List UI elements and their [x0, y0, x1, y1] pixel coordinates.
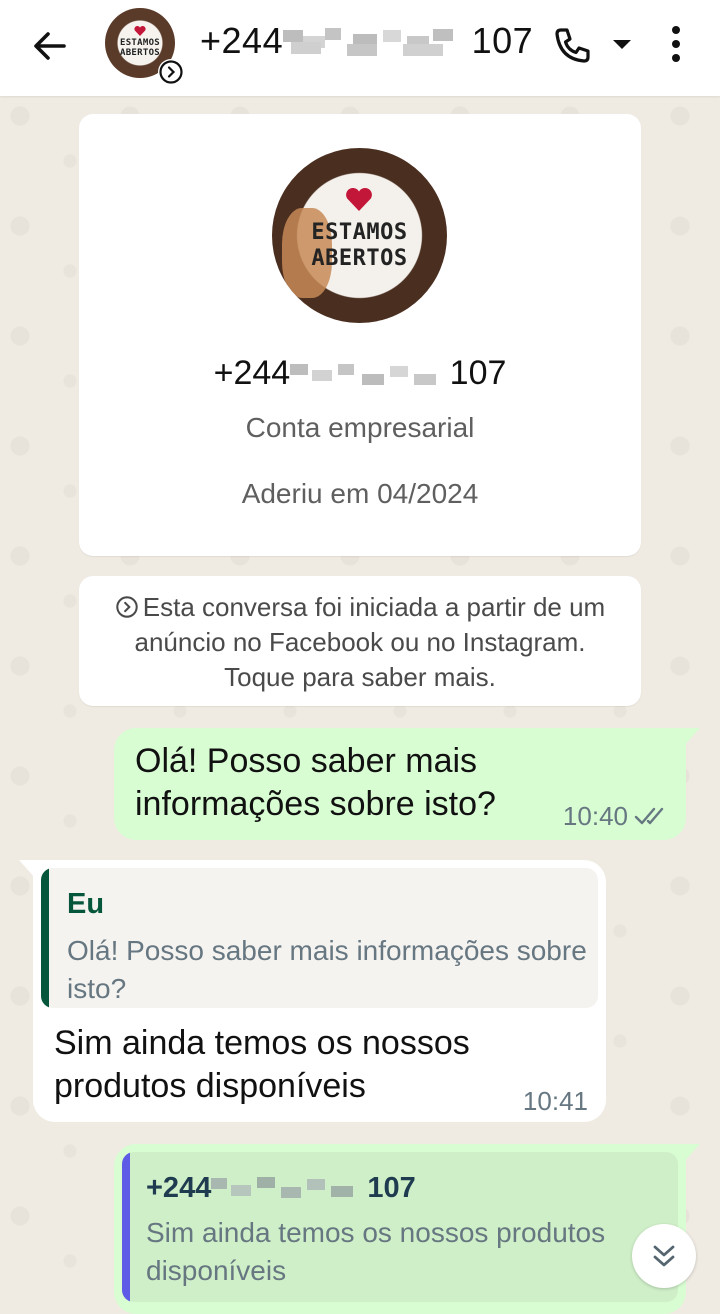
message-text: Olá! Posso saber mais informações sobre …	[135, 742, 496, 823]
business-phone: +244 107	[213, 354, 507, 392]
ad-badge	[158, 59, 184, 85]
phone-icon	[555, 28, 590, 63]
message-text: Sim ainda temos os nossos produtos dispo…	[54, 1024, 470, 1105]
business-avatar: ESTAMOS ABERTOS	[272, 148, 447, 323]
chevron-right-circle-icon	[116, 596, 138, 618]
voice-call-button[interactable]	[548, 22, 596, 70]
heart-icon	[134, 26, 146, 36]
bubble-tail	[684, 1144, 700, 1162]
joined-date: Aderiu em 04/2024	[241, 478, 479, 509]
bubble-tail	[19, 860, 35, 878]
redacted-digits	[211, 1175, 359, 1201]
contact-name[interactable]: +244 107	[200, 20, 533, 62]
avatar-logo-text: ESTAMOS ABERTOS	[119, 38, 161, 58]
more-options-button[interactable]	[660, 22, 692, 70]
message-outgoing[interactable]: +244 107 Sim ainda temos os nossos produ…	[114, 1144, 700, 1314]
chat-header: ESTAMOS ABERTOS +244 107	[0, 0, 720, 96]
message-time: 10:40	[562, 801, 628, 831]
bubble-tail	[684, 728, 700, 746]
heart-icon	[346, 188, 372, 211]
double-chevron-down-icon	[653, 1245, 675, 1267]
account-type: Conta empresarial	[245, 412, 475, 443]
quote-author: +244 107	[146, 1172, 416, 1204]
chevron-right-circle-icon	[159, 60, 183, 84]
ad-origin-notice[interactable]: Esta conversa foi iniciada a partir de u…	[79, 576, 641, 706]
message-incoming[interactable]: Eu Olá! Posso saber mais informações sob…	[19, 860, 606, 1122]
message-time: 10:41	[522, 1086, 588, 1116]
quote-text: Olá! Posso saber mais informações sobre …	[67, 935, 587, 1004]
message-outgoing[interactable]: Olá! Posso saber mais informações sobre …	[114, 728, 700, 840]
caret-down-icon	[613, 40, 631, 49]
back-button[interactable]	[28, 24, 72, 68]
quoted-message[interactable]: +244 107 Sim ainda temos os nossos produ…	[122, 1152, 678, 1302]
quote-author: Eu	[67, 888, 105, 920]
quote-accent-bar	[122, 1152, 130, 1302]
double-check-icon	[634, 807, 664, 825]
redacted-digits	[290, 362, 440, 388]
arrow-left-icon	[34, 32, 66, 60]
quoted-message[interactable]: Eu Olá! Posso saber mais informações sob…	[41, 868, 598, 1008]
quote-accent-bar	[41, 868, 49, 1008]
avatar-logo-text: ESTAMOS ABERTOS	[311, 220, 408, 271]
more-vertical-icon	[672, 26, 680, 62]
redacted-digits	[283, 26, 461, 56]
call-options-button[interactable]	[608, 30, 636, 58]
business-profile-card[interactable]: ESTAMOS ABERTOS +244 107 Conta empresari…	[79, 114, 641, 556]
scroll-to-bottom-button[interactable]	[632, 1224, 696, 1288]
notice-text: Esta conversa foi iniciada a partir de u…	[103, 590, 617, 695]
quote-text: Sim ainda temos os nossos produtos dispo…	[146, 1217, 606, 1286]
